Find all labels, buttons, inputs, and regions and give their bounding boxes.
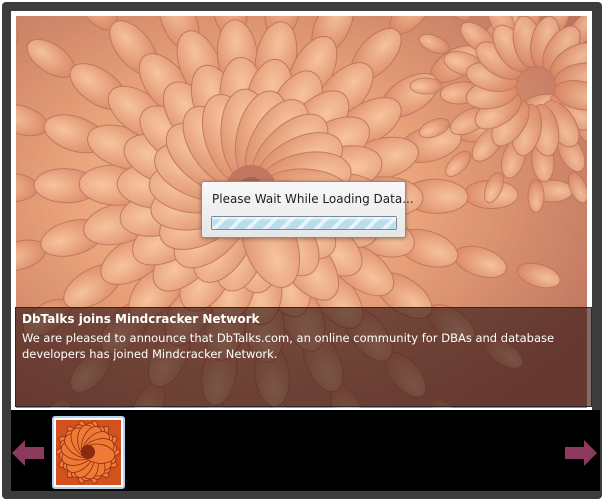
loading-progress-fill	[212, 217, 396, 229]
caption-description: We are pleased to announce that DbTalks.…	[22, 331, 555, 361]
arrow-right-icon[interactable]	[565, 440, 597, 466]
thumbnail-item[interactable]	[52, 416, 125, 489]
flower-thumbnail-image	[56, 420, 121, 485]
loading-dialog: Please Wait While Loading Data...	[201, 181, 414, 238]
loading-message: Please Wait While Loading Data...	[212, 192, 414, 206]
slide-caption: DbTalks joins Mindcracker Network We are…	[15, 307, 592, 407]
caption-title: DbTalks joins Mindcracker Network	[22, 312, 260, 326]
loading-progress-bar	[211, 216, 397, 230]
arrow-left-icon[interactable]	[12, 440, 44, 466]
